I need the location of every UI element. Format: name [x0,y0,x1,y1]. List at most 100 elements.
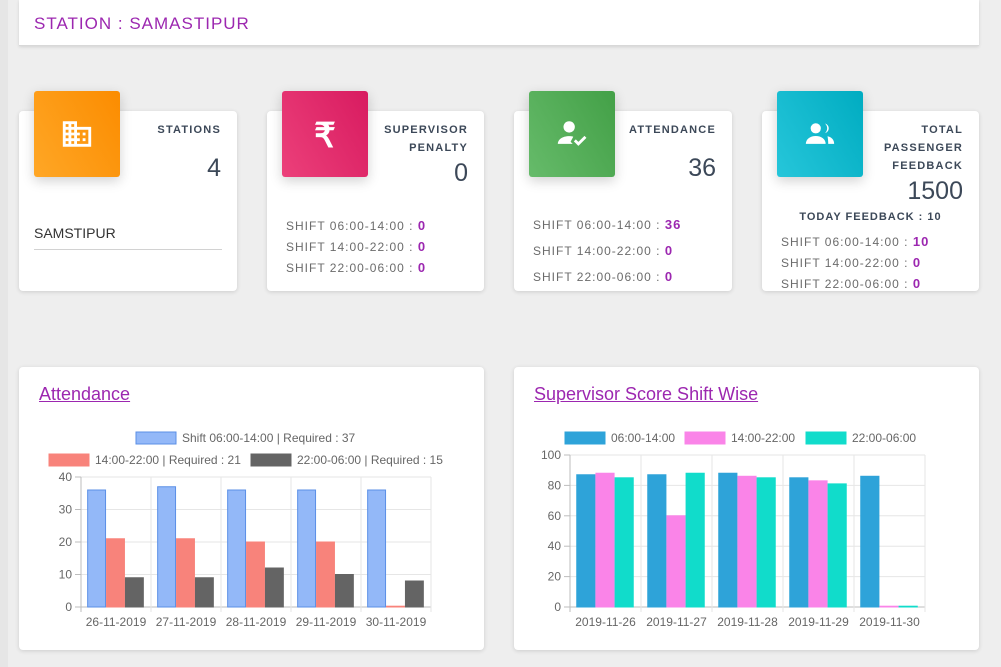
bar [87,489,107,608]
legend-label: 06:00-14:00 [611,431,675,445]
y-tick-label: 10 [59,568,73,582]
penalty-label: SUPERVISOR PENALTY [384,124,468,154]
bar [666,515,686,608]
attendance-label: ATTENDANCE [629,124,716,136]
y-tick-label: 100 [541,448,561,462]
y-tick-label: 0 [65,600,72,614]
x-tick-label: 2019-11-27 [646,615,707,629]
x-tick-label: 2019-11-28 [717,615,778,629]
supervisor-score-chart-card: Supervisor Score Shift Wise 06:00-14:00 1… [514,367,979,650]
feedback-label: TOTAL PASSENGER FEEDBACK [883,124,963,172]
feedback-value: 1500 [907,177,963,205]
bar [860,475,880,608]
x-tick-label: 29-11-2019 [296,615,357,629]
attendance-value: 36 [688,154,716,182]
sidebar-edge [0,0,8,667]
bar [386,605,405,608]
penalty-shift-3: SHIFT 22:00-06:00 : 0 [286,260,427,275]
feedback-card: TOTAL PASSENGER FEEDBACK 1500 TODAY FEED… [762,91,979,291]
bar [404,580,424,608]
legend-swatch [564,431,606,445]
bar [614,477,634,608]
x-tick-label: 26-11-2019 [86,615,147,629]
penalty-value: 0 [454,159,468,187]
legend-label: 14:00-22:00 [731,431,795,445]
today-feedback: TODAY FEEDBACK : 10 [799,211,942,223]
svg-text:₹: ₹ [314,117,336,151]
y-tick-label: 30 [59,503,73,517]
bar [595,472,615,608]
legend-label: 22:00-06:00 | Required : 15 [297,453,443,467]
attendance-card: ATTENDANCE 36 SHIFT 06:00-14:00 : 36 SHI… [514,91,732,291]
legend-label: 22:00-06:00 [852,431,916,445]
stations-icon-box [34,91,120,177]
rupee-icon: ₹ [314,117,336,151]
stations-label: STATIONS [157,124,221,136]
bar [898,605,918,608]
feedback-icon-box [777,91,863,177]
attendance-chart-card: Attendance Shift 06:00-14:00 | Required … [19,367,484,650]
attendance-shift-1: SHIFT 06:00-14:00 : 36 [533,217,682,232]
bar [756,477,776,608]
y-tick-label: 80 [548,478,562,492]
station-name-underline [34,249,222,250]
attendance-icon-box [529,91,615,177]
y-tick-label: 40 [548,539,562,553]
bar [879,605,899,608]
legend-swatch [48,453,90,467]
penalty-icon-box: ₹ [282,91,368,177]
x-tick-label: 30-11-2019 [366,615,427,629]
bar [316,541,335,608]
bar [737,475,757,608]
penalty-card: ₹ SUPERVISOR PENALTY 0 SHIFT 06:00-14:00… [267,91,484,291]
legend-label: Shift 06:00-14:00 | Required : 37 [182,431,356,445]
bar [808,480,828,608]
bar [367,489,387,608]
x-tick-label: 2019-11-29 [788,615,849,629]
feedback-shift-2: SHIFT 14:00-22:00 : 0 [781,255,922,270]
user-check-icon [557,121,587,146]
y-tick-label: 20 [548,570,562,584]
bar [246,541,265,608]
y-tick-label: 60 [548,509,562,523]
y-tick-label: 40 [59,470,73,484]
stations-card: STATIONS 4 SAMSTIPUR [19,91,237,291]
feedback-shift-3: SHIFT 22:00-06:00 : 0 [781,276,922,291]
bar [157,486,177,608]
bar [194,577,214,608]
legend-swatch [684,431,726,445]
legend-label: 14:00-22:00 | Required : 21 [95,453,241,467]
bar [297,489,317,608]
bar [685,472,705,608]
x-tick-label: 2019-11-26 [575,615,636,629]
penalty-shift-1: SHIFT 06:00-14:00 : 0 [286,218,427,233]
legend-swatch [135,431,177,445]
stations-value: 4 [207,154,221,182]
page-header: STATION : SAMASTIPUR [19,0,979,46]
bar [264,567,284,608]
x-tick-label: 28-11-2019 [226,615,287,629]
bar [718,472,738,608]
x-tick-label: 2019-11-30 [859,615,920,629]
station-name-field[interactable]: SAMSTIPUR [34,225,116,241]
bar [576,474,596,608]
bar [106,538,125,608]
building-icon [62,121,92,147]
y-tick-label: 20 [59,535,73,549]
attendance-shift-3: SHIFT 22:00-06:00 : 0 [533,269,674,284]
bar [227,489,247,608]
bar [647,474,667,608]
bar [827,483,847,608]
supervisor-score-bar-chart: 06:00-14:00 14:00-22:00 22:00-06:00 0 20 40 60… [541,431,926,629]
bar [789,477,809,608]
attendance-bar-chart: Shift 06:00-14:00 | Required : 37 14:00-2… [48,431,443,629]
legend-swatch [805,431,847,445]
attendance-shift-2: SHIFT 14:00-22:00 : 0 [533,243,674,258]
users-icon [805,123,835,144]
x-tick-label: 27-11-2019 [156,615,217,629]
page-title: STATION : SAMASTIPUR [34,14,250,33]
feedback-shift-1: SHIFT 06:00-14:00 : 10 [781,234,930,249]
bar [176,538,195,608]
legend-swatch [250,453,292,467]
y-tick-label: 0 [554,600,561,614]
